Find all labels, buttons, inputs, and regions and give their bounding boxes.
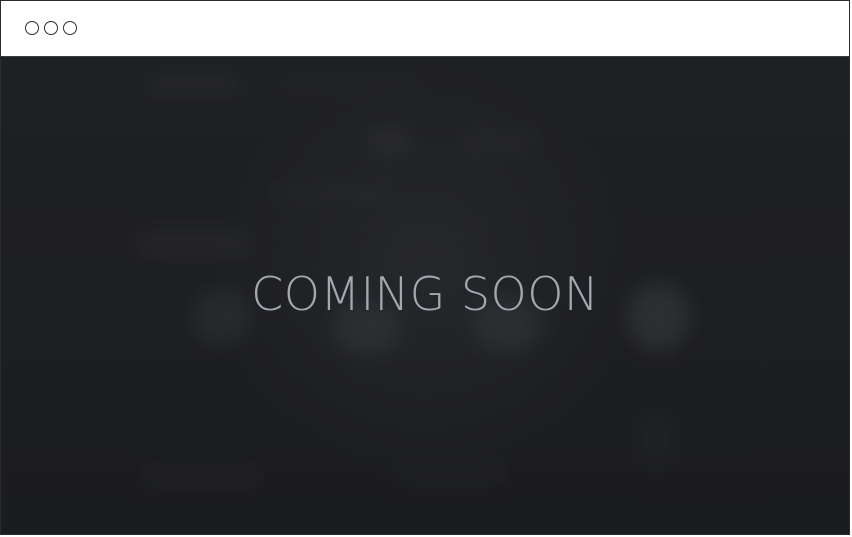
blurred-shape: [461, 129, 536, 153]
window-control-dot-2[interactable]: [44, 21, 58, 35]
blurred-shape: [366, 127, 411, 155]
window-control-dot-3[interactable]: [63, 21, 77, 35]
page-viewport: COMING SOON: [1, 57, 849, 534]
window-title-bar: [1, 1, 849, 57]
blurred-shape: [271, 185, 391, 200]
coming-soon-heading: COMING SOON: [251, 267, 599, 321]
blurred-shape: [276, 79, 416, 91]
blurred-shape: [396, 462, 506, 480]
browser-window: COMING SOON: [0, 0, 850, 535]
blurred-shape: [136, 232, 251, 257]
window-control-dot-1[interactable]: [25, 21, 39, 35]
blurred-shape: [636, 412, 676, 467]
blurred-shape: [141, 467, 261, 483]
blurred-shape: [146, 77, 241, 95]
window-controls: [25, 21, 77, 35]
